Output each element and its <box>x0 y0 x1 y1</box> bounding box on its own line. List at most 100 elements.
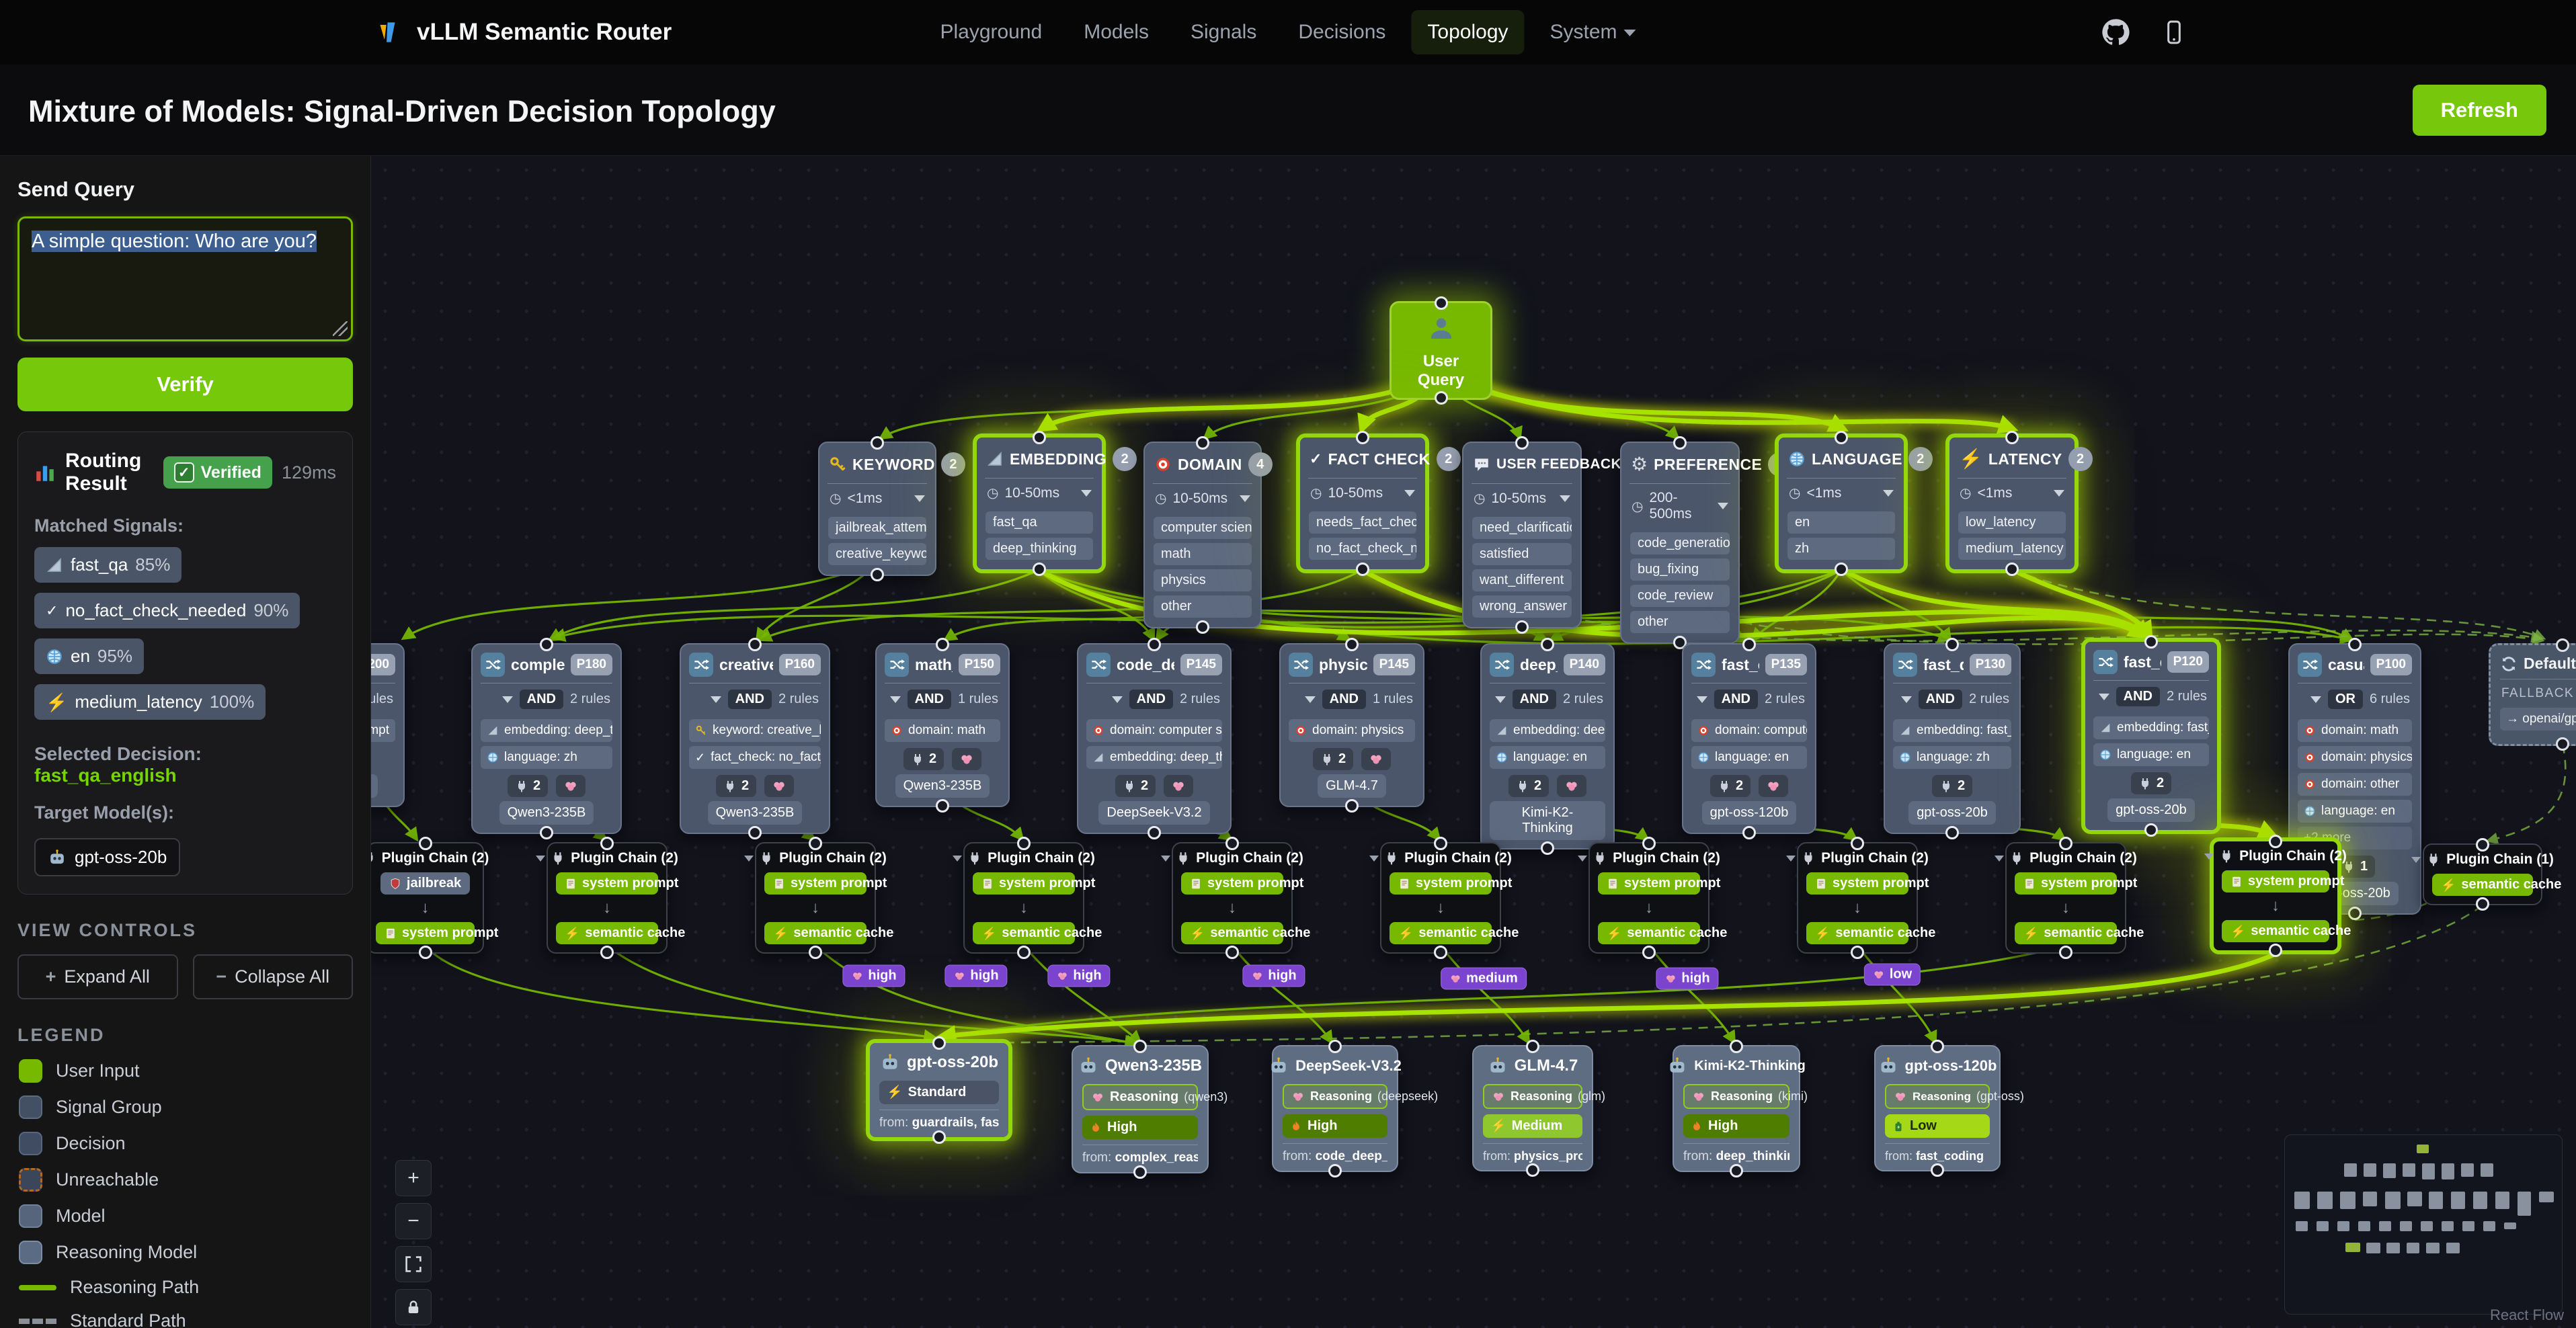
signal-item[interactable]: fast_qa <box>985 511 1093 534</box>
chevron-down-icon[interactable] <box>502 696 513 703</box>
plugin-chain-node[interactable]: Plugin Chain (2) system prompt ↓ ⚡semant… <box>963 842 1084 954</box>
model-node-gpt-oss-20b[interactable]: gpt-oss-20b ⚡Standard from: guardrails, … <box>866 1039 1012 1141</box>
plugin-chain-node[interactable]: Plugin Chain (2) system prompt ↓ ⚡semant… <box>755 842 876 954</box>
chevron-down-icon[interactable] <box>1112 696 1123 703</box>
decision-node-physics-problems[interactable]: physics_problemsP145 AND1 rules domain: … <box>1279 643 1424 807</box>
signal-item[interactable]: need_clarification <box>1472 517 1572 539</box>
signal-item[interactable]: medium_latency <box>1958 538 2066 560</box>
plugin-step-semantic-cache[interactable]: ⚡semantic cache <box>1598 922 1700 944</box>
signal-item[interactable]: other <box>1154 595 1252 618</box>
minimap[interactable] <box>2284 1134 2563 1315</box>
mobile-icon[interactable] <box>2161 19 2187 46</box>
signal-item[interactable]: deep_thinking <box>985 538 1093 560</box>
plugin-chain-node-highlighted[interactable]: Plugin Chain (2) system prompt ↓ ⚡semant… <box>2210 837 2341 954</box>
chevron-down-icon[interactable] <box>2204 854 2214 860</box>
decision-node-fast-qa-chinese[interactable]: fast_qa_chineseP130 AND2 rules embedding… <box>1884 643 2021 834</box>
nav-item-decisions[interactable]: Decisions <box>1282 10 1402 54</box>
signal-item[interactable]: zh <box>1787 538 1895 560</box>
expand-all-button[interactable]: +Expand All <box>17 954 178 999</box>
plugin-chain-node[interactable]: Plugin Chain (2) system prompt ↓ ⚡semant… <box>1172 842 1293 954</box>
plugin-step-system-prompt[interactable]: system prompt <box>376 922 475 944</box>
plugin-step-semantic-cache[interactable]: ⚡semantic cache <box>764 922 867 944</box>
chevron-down-icon[interactable] <box>711 696 721 703</box>
plugin-step-system-prompt[interactable]: system prompt <box>2222 870 2329 893</box>
signal-group-latency[interactable]: ⚡LATENCY2 ◷<1ms low_latency medium_laten… <box>1945 433 2079 573</box>
signal-item[interactable]: code_review <box>1630 585 1730 607</box>
plugin-step-semantic-cache[interactable]: ⚡semantic cache <box>1390 922 1492 944</box>
model-node-kimi-k2-thinking[interactable]: Kimi-K2-Thinking Reasoning(kimi) High fr… <box>1673 1045 1800 1172</box>
chevron-down-icon[interactable] <box>1081 490 1092 497</box>
plugin-chain-node[interactable]: Plugin Chain (2) system prompt ↓ ⚡semant… <box>1797 842 1918 954</box>
default-route-node[interactable]: Default Route FALLBACK → openai/gpt-oss-… <box>2489 643 2576 746</box>
decision-node-fast-coding[interactable]: fast_codingP135 AND2 rules domain: compu… <box>1682 643 1816 834</box>
chevron-down-icon[interactable] <box>1560 495 1570 502</box>
chevron-down-icon[interactable] <box>536 856 545 862</box>
plugin-step-semantic-cache[interactable]: ⚡semantic cache <box>2222 920 2329 942</box>
chevron-down-icon[interactable] <box>953 856 962 862</box>
plugin-chain-node[interactable]: Plugin Chain (1) ⚡semantic cache <box>2423 843 2542 905</box>
refresh-button[interactable]: Refresh <box>2413 85 2546 136</box>
decision-node-math-problems[interactable]: math_problemsP150 AND1 rules domain: mat… <box>875 643 1010 807</box>
plugin-step-semantic-cache[interactable]: ⚡semantic cache <box>2432 874 2533 896</box>
model-node-deepseek-v32[interactable]: DeepSeek-V3.2 Reasoning(deepseek) High f… <box>1272 1045 1398 1172</box>
decision-node-code-deep-thinking[interactable]: code_deep_thinkingP145 AND2 rules domain… <box>1077 643 1232 834</box>
signal-item[interactable]: other <box>1630 611 1730 633</box>
fit-view-button[interactable] <box>395 1246 432 1282</box>
plugin-step-system-prompt[interactable]: system prompt <box>764 872 867 895</box>
lock-button[interactable] <box>395 1289 432 1325</box>
decision-node-complex-reasoning[interactable]: complex_reasoningP180 AND2 rules embeddi… <box>471 643 622 834</box>
chevron-down-icon[interactable] <box>1161 856 1170 862</box>
plugin-step-system-prompt[interactable]: system prompt <box>556 872 658 895</box>
plugin-chain-node[interactable]: Plugin Chain (2) system prompt ↓ ⚡semant… <box>1380 842 1501 954</box>
nav-item-topology[interactable]: Topology <box>1411 10 1524 54</box>
signal-group-user-feedback[interactable]: USER FEEDBACK4 ◷10-50ms need_clarificati… <box>1462 442 1582 628</box>
signal-item[interactable]: code_generation <box>1630 532 1730 554</box>
signal-item[interactable]: math <box>1154 543 1252 565</box>
chevron-down-icon[interactable] <box>890 696 901 703</box>
decision-node-deep-thinking[interactable]: deep_thinkingP140 AND2 rules embedding: … <box>1480 643 1615 849</box>
plugin-chain-node[interactable]: Plugin Chain (2) system prompt ↓ ⚡semant… <box>1588 842 1709 954</box>
model-node-gpt-oss-120b[interactable]: gpt-oss-120b Reasoning(gpt-oss) Low from… <box>1874 1045 2001 1171</box>
chevron-down-icon[interactable] <box>1883 490 1894 497</box>
signal-item[interactable]: en <box>1787 511 1895 534</box>
plugin-step-system-prompt[interactable]: system prompt <box>1390 872 1492 895</box>
chevron-down-icon[interactable] <box>2054 490 2064 497</box>
plugin-step-system-prompt[interactable]: system prompt <box>1598 872 1700 895</box>
zoom-out-button[interactable]: − <box>395 1203 432 1239</box>
nav-item-playground[interactable]: Playground <box>924 10 1058 54</box>
github-icon[interactable] <box>2100 17 2131 48</box>
signal-group-language[interactable]: LANGUAGE2 ◷<1ms en zh <box>1775 433 1908 573</box>
plugin-step-system-prompt[interactable]: system prompt <box>1181 872 1283 895</box>
signal-item[interactable]: needs_fact_check <box>1309 511 1416 534</box>
nav-item-signals[interactable]: Signals <box>1174 10 1273 54</box>
signal-item[interactable]: want_different <box>1472 569 1572 591</box>
chevron-down-icon[interactable] <box>1578 856 1587 862</box>
plugin-step-semantic-cache[interactable]: ⚡semantic cache <box>973 922 1075 944</box>
signal-group-keyword[interactable]: KEYWORD2 ◷<1ms jailbreak_attempt creativ… <box>818 442 936 576</box>
chevron-down-icon[interactable] <box>914 495 925 502</box>
decision-node-creative-ideas[interactable]: creative_ideasP160 AND2 rules keyword: c… <box>680 643 830 834</box>
plugin-step-system-prompt[interactable]: system prompt <box>1806 872 1908 895</box>
chevron-down-icon[interactable] <box>1901 696 1912 703</box>
signal-group-domain[interactable]: DOMAIN4 ◷10-50ms computer science math p… <box>1143 442 1262 628</box>
chevron-down-icon[interactable] <box>1404 490 1415 497</box>
plugin-step-semantic-cache[interactable]: ⚡semantic cache <box>1806 922 1908 944</box>
chevron-down-icon[interactable] <box>1495 696 1506 703</box>
nav-item-models[interactable]: Models <box>1068 10 1165 54</box>
signal-item[interactable]: low_latency <box>1958 511 2066 534</box>
query-input[interactable]: A simple question: Who are you? <box>17 216 353 341</box>
signal-item[interactable]: no_fact_check_needed <box>1309 538 1416 560</box>
chevron-down-icon[interactable] <box>1697 696 1707 703</box>
signal-group-preference[interactable]: ⚙PREFERENCE4 ◷200-500ms code_generation … <box>1620 442 1740 644</box>
plugin-step-semantic-cache[interactable]: ⚡semantic cache <box>2015 922 2117 944</box>
chevron-down-icon[interactable] <box>2411 857 2421 863</box>
signal-item[interactable]: creative_keywords <box>828 543 926 565</box>
chevron-down-icon[interactable] <box>2310 696 2321 703</box>
plugin-step-semantic-cache[interactable]: ⚡semantic cache <box>556 922 658 944</box>
chevron-down-icon[interactable] <box>1786 856 1796 862</box>
plugin-step-system-prompt[interactable]: system prompt <box>2015 872 2117 895</box>
chevron-down-icon[interactable] <box>744 856 754 862</box>
signal-item[interactable]: computer science <box>1154 517 1252 539</box>
plugin-chain-node[interactable]: Plugin Chain (2) jailbreak ↓ system prom… <box>366 842 484 954</box>
signal-item[interactable]: satisfied <box>1472 543 1572 565</box>
